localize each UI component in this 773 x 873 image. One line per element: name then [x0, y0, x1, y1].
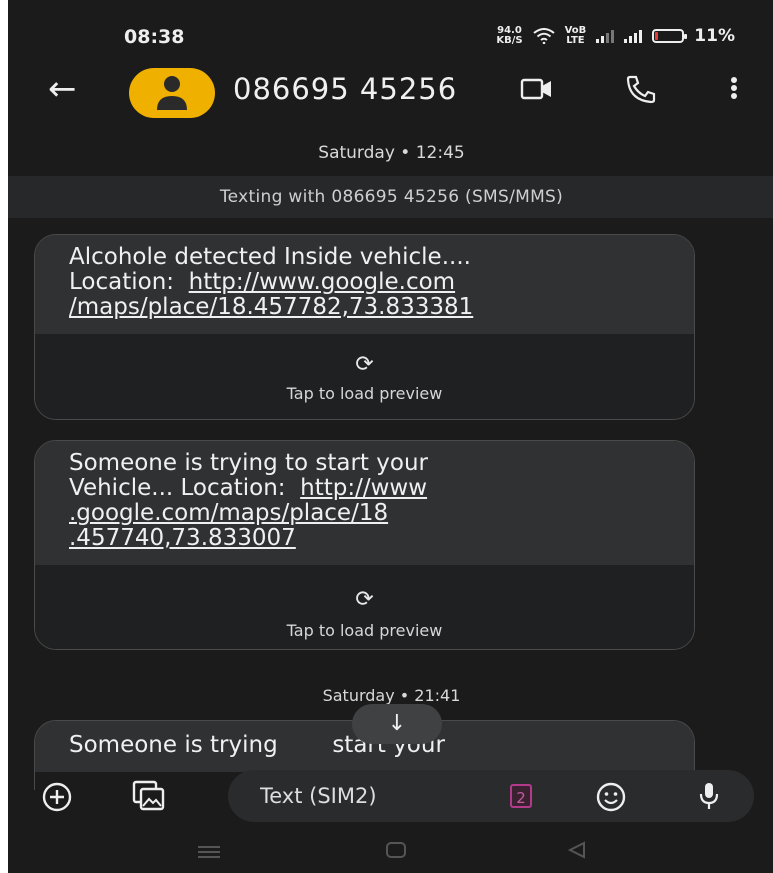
home-icon[interactable] [386, 842, 406, 858]
menu-icon[interactable] [198, 846, 220, 858]
location-link[interactable]: /maps/place/18.457782,73.833381 [69, 295, 660, 320]
texting-info-banner: Texting with 086695 45256 (SMS/MMS) [8, 176, 773, 218]
status-icons: 94.0 KB/S VoB LTE 11% [496, 26, 735, 47]
location-link[interactable]: .457740,73.833007 [69, 526, 660, 551]
tap-to-load-preview: Tap to load preview [286, 384, 443, 403]
wifi-icon [532, 28, 555, 44]
add-circle-icon[interactable] [42, 782, 72, 812]
message-input-field[interactable]: 2 [228, 770, 754, 822]
link-preview-placeholder[interactable]: ⟳ Tap to load preview [35, 334, 694, 419]
volte-indicator: VoB LTE [565, 26, 587, 46]
phone-screen: 08:38 94.0 KB/S VoB LTE 11% ← 086695 452… [8, 0, 773, 873]
message-bubble[interactable]: Someone is trying to start your Vehicle.… [34, 440, 695, 650]
status-time: 08:38 [124, 26, 185, 48]
refresh-icon: ⟳ [355, 587, 374, 612]
composer-bar: 2 [8, 768, 773, 826]
message-bubble[interactable]: Alcohole detected Inside vehicle.... Loc… [34, 234, 695, 420]
back-arrow-icon[interactable]: ← [48, 72, 77, 106]
message-text: Someone is trying to start your Vehicle.… [35, 441, 694, 565]
signal-sim1-icon [596, 29, 615, 43]
message-line: Vehicle... Location: http://www [69, 476, 660, 501]
volte-bottom: LTE [566, 35, 585, 46]
location-link[interactable]: http://www.google.com [189, 269, 455, 295]
date-separator: Saturday • 12:45 [318, 143, 465, 163]
more-vert-icon[interactable] [730, 76, 738, 100]
avatar[interactable] [129, 68, 215, 118]
system-nav-bar [8, 830, 773, 873]
message-input[interactable] [258, 780, 482, 812]
message-line: Location: http://www.google.com [69, 270, 660, 295]
gallery-icon[interactable] [132, 780, 166, 812]
message-line: Someone is trying [69, 732, 278, 758]
location-link[interactable]: .google.com/maps/place/18 [69, 501, 660, 526]
scroll-to-bottom-button[interactable]: ↓ [352, 704, 442, 744]
video-call-icon[interactable] [520, 78, 554, 100]
link-preview-placeholder[interactable]: ⟳ Tap to load preview [35, 565, 694, 649]
conversation-header: ← 086695 45256 [8, 60, 773, 122]
message-line: Someone is trying to start your [69, 450, 428, 476]
status-bar: 08:38 94.0 KB/S VoB LTE 11% [8, 0, 773, 60]
refresh-icon: ⟳ [355, 352, 374, 377]
tap-to-load-preview: Tap to load preview [286, 621, 443, 640]
sim-selector-badge[interactable]: 2 [510, 784, 532, 808]
person-icon [157, 76, 187, 110]
net-speed-unit: KB/S [496, 35, 523, 46]
location-label: Location: [69, 269, 175, 295]
battery-fill [655, 32, 659, 40]
back-triangle-icon[interactable] [568, 841, 586, 859]
emoji-icon[interactable] [596, 782, 626, 812]
message-line: Alcohole detected Inside vehicle.... [69, 244, 471, 270]
date-separator: Saturday • 21:41 [322, 686, 461, 705]
message-text: Alcohole detected Inside vehicle.... Loc… [35, 235, 694, 334]
battery-percent: 11% [694, 26, 735, 46]
location-link[interactable]: http://www [300, 475, 427, 501]
phone-icon[interactable] [625, 74, 657, 104]
arrow-down-icon: ↓ [387, 711, 407, 736]
mic-icon[interactable] [698, 781, 720, 811]
battery-icon [652, 29, 688, 43]
contact-name[interactable]: 086695 45256 [233, 72, 457, 106]
signal-sim2-icon [624, 29, 643, 43]
net-speed: 94.0 KB/S [496, 26, 522, 46]
location-label: Vehicle... Location: [69, 475, 286, 501]
